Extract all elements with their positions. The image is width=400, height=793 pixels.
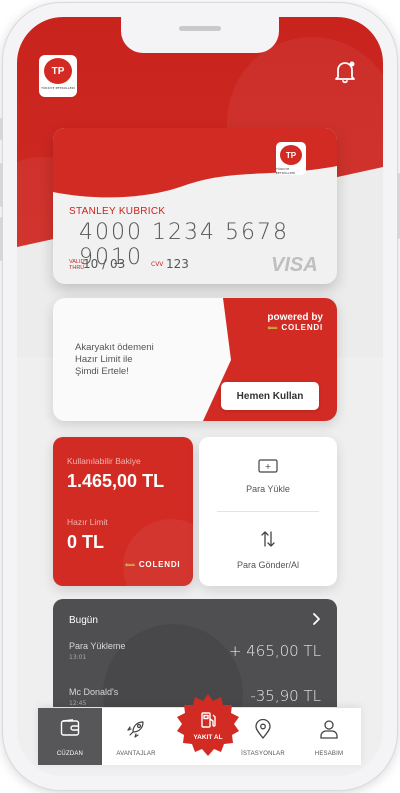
transaction-time: 13:01 bbox=[69, 654, 87, 661]
available-balance-label: Kullanılabilir Bakiye bbox=[67, 456, 141, 466]
transactions-panel[interactable]: Bugün Para Yükleme 13:01 + 465,00 TL Mc … bbox=[53, 599, 337, 707]
transactions-date-title: Bugün bbox=[69, 615, 98, 626]
visa-logo: VISA bbox=[271, 254, 318, 276]
ready-limit-value: 0 TL bbox=[67, 532, 105, 552]
powered-by-label: powered by bbox=[267, 312, 323, 323]
actions-divider bbox=[217, 511, 319, 512]
transaction-name: Para Yükleme bbox=[69, 641, 126, 651]
load-money-button[interactable]: + Para Yükle bbox=[199, 459, 337, 494]
logo-caption: TÜRKİYE PETROLLERİ bbox=[41, 86, 75, 90]
tab-account-label: HESABIM bbox=[314, 751, 344, 757]
available-balance-value: 1.465,00 TL bbox=[67, 471, 165, 491]
brand-logo: TP TÜRKİYE PETROLLERİ bbox=[39, 55, 77, 97]
card-holder-name: STANLEY KUBRICK bbox=[69, 206, 166, 217]
chevron-right-icon[interactable] bbox=[307, 610, 325, 628]
cvv-value: 123 bbox=[166, 257, 189, 271]
wallet-icon bbox=[60, 719, 80, 736]
promo-text: Akaryakıt ödemeni Hazır Limit ile Şimdi … bbox=[75, 342, 154, 377]
transaction-time: 12:45 bbox=[69, 700, 87, 707]
logo-caption: TÜRKİYE PETROLLERİ bbox=[276, 167, 296, 175]
ready-limit-label: Hazır Limit bbox=[67, 517, 108, 527]
colendi-text: COLENDI bbox=[138, 560, 181, 569]
load-money-label: Para Yükle bbox=[246, 484, 290, 494]
use-now-button[interactable]: Hemen Kullan bbox=[221, 382, 319, 410]
powered-by-colendi: powered by ⟸ COLENDI bbox=[267, 312, 323, 332]
cvv-label: CVV bbox=[151, 261, 164, 268]
valid-thru-label-line-2: THRU bbox=[69, 265, 85, 271]
fuel-pump-icon bbox=[201, 712, 216, 728]
transaction-amount: + 465,00 TL bbox=[228, 642, 321, 660]
card-logo: TP TÜRKİYE PETROLLERİ bbox=[276, 142, 306, 175]
virtual-card[interactable]: TP TÜRKİYE PETROLLERİ STANLEY KUBRICK 40… bbox=[53, 128, 337, 284]
quick-actions: + Para Yükle Para Gönder/Al bbox=[199, 437, 337, 586]
svg-text:+: + bbox=[265, 462, 272, 471]
logo-mark: TP bbox=[44, 58, 72, 84]
tab-advantages[interactable]: AVANTAJLAR bbox=[104, 708, 168, 765]
volume-down-button bbox=[0, 217, 3, 261]
transaction-name: Mc Donald's bbox=[69, 687, 119, 697]
tab-wallet[interactable]: CÜZDAN bbox=[38, 708, 102, 765]
tab-wallet-label: CÜZDAN bbox=[56, 751, 84, 757]
transaction-amount: -35,90 TL bbox=[250, 687, 321, 705]
rocket-icon bbox=[127, 721, 144, 738]
colendi-logo: ⟸ COLENDI bbox=[125, 560, 181, 569]
volume-up-button bbox=[0, 163, 3, 207]
notch bbox=[121, 17, 279, 53]
tab-account[interactable]: HESABIM bbox=[297, 708, 361, 765]
transfer-arrows-icon bbox=[261, 531, 275, 547]
location-pin-icon bbox=[255, 719, 271, 739]
speaker-grill bbox=[179, 26, 221, 31]
buy-fuel-label: YAKIT AL bbox=[193, 734, 223, 741]
mute-switch bbox=[0, 118, 3, 140]
send-receive-button[interactable]: Para Gönder/Al bbox=[199, 529, 337, 570]
balance-card[interactable]: Kullanılabilir Bakiye 1.465,00 TL Hazır … bbox=[53, 437, 193, 586]
send-receive-label: Para Gönder/Al bbox=[236, 560, 300, 570]
tab-advantages-label: AVANTAJLAR bbox=[116, 751, 156, 757]
colendi-logo: ⟸ COLENDI bbox=[267, 323, 323, 332]
user-icon bbox=[320, 720, 338, 739]
buy-fuel-button[interactable]: YAKIT AL bbox=[175, 693, 241, 759]
logo-mark: TP bbox=[280, 145, 302, 165]
cash-icon: + bbox=[258, 459, 278, 473]
colendi-text: COLENDI bbox=[281, 323, 323, 332]
bell-icon[interactable] bbox=[333, 59, 357, 85]
valid-thru-value: 10 / 03 bbox=[83, 257, 126, 271]
